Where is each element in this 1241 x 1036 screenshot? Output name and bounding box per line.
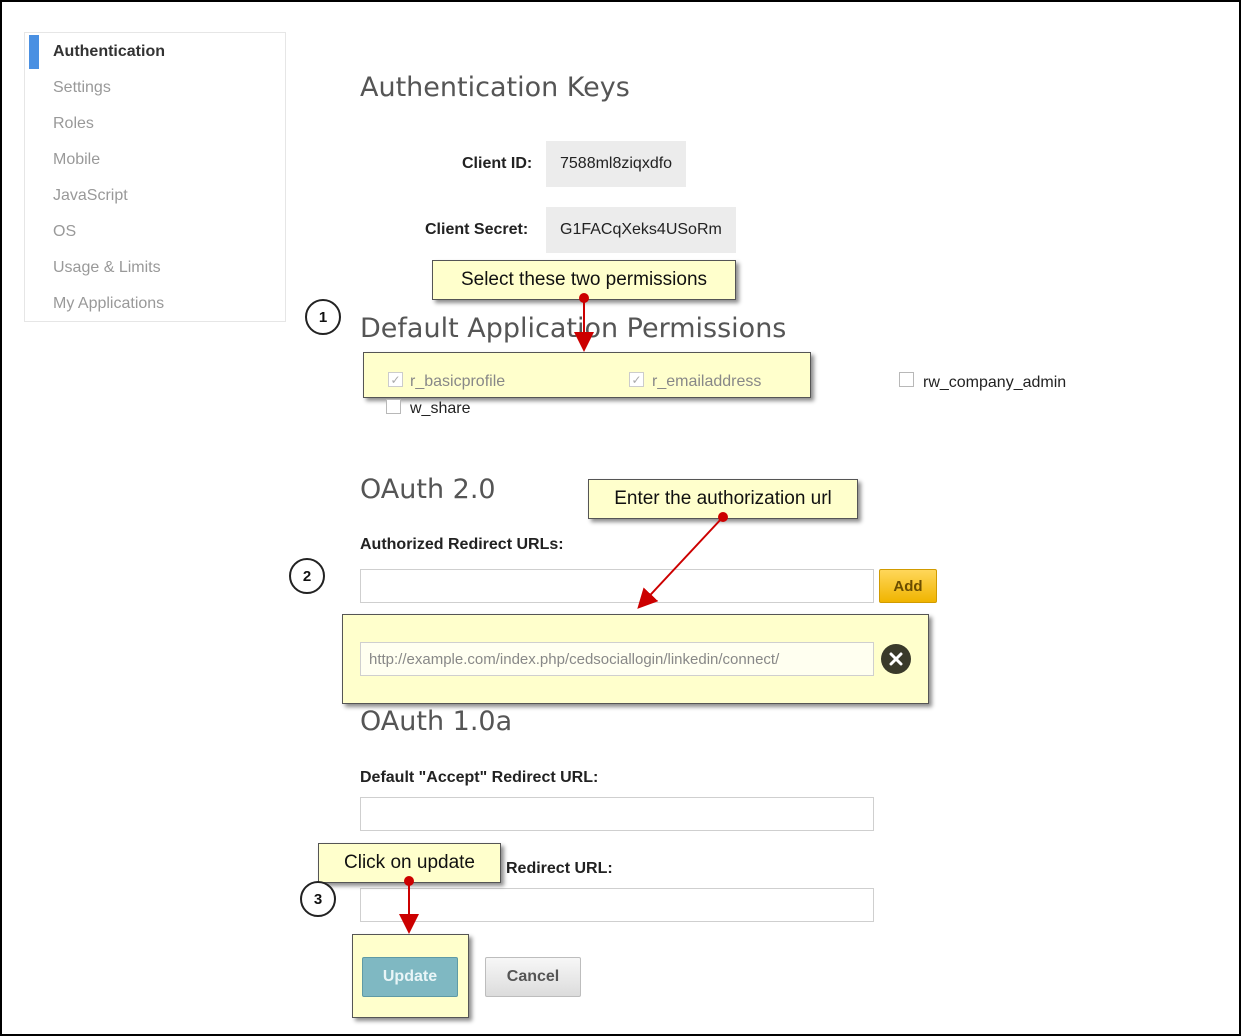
saved-redirect-url[interactable] xyxy=(360,642,874,676)
callout-enter-url: Enter the authorization url xyxy=(588,479,858,519)
sidebar-item-mobile[interactable]: Mobile xyxy=(53,151,100,169)
checkbox-r-basicprofile[interactable]: ✓ xyxy=(388,372,403,387)
sidebar-item-usage-limits[interactable]: Usage & Limits xyxy=(53,259,161,277)
active-indicator xyxy=(29,35,39,69)
redirect-urls-label: Authorized Redirect URLs: xyxy=(360,536,564,553)
check-icon: ✓ xyxy=(631,372,642,387)
accept-redirect-input[interactable] xyxy=(360,797,874,831)
close-circle-icon[interactable] xyxy=(881,644,911,674)
permission-label-w-share: w_share xyxy=(410,400,471,417)
page-frame: Authentication Settings Roles Mobile Jav… xyxy=(0,0,1241,1036)
client-id-value: 7588ml8ziqxdfo xyxy=(546,141,687,187)
auth-keys-title: Authentication Keys xyxy=(360,72,630,103)
checkbox-r-emailaddress[interactable]: ✓ xyxy=(629,372,644,387)
sidebar-item-os[interactable]: OS xyxy=(53,223,76,241)
oauth1-title: OAuth 1.0a xyxy=(360,706,513,737)
sidebar-item-settings[interactable]: Settings xyxy=(53,79,111,97)
permissions-title: Default Application Permissions xyxy=(360,313,787,344)
callout-click-update: Click on update xyxy=(318,843,501,883)
permission-label-rw-company-admin: rw_company_admin xyxy=(923,374,1067,391)
check-icon: ✓ xyxy=(390,372,401,387)
checkbox-w-share[interactable] xyxy=(386,399,401,414)
client-id-label: Client ID: xyxy=(462,155,533,172)
step-marker-2: 2 xyxy=(289,558,325,594)
sidebar-item-my-applications[interactable]: My Applications xyxy=(53,295,164,313)
step-marker-3: 3 xyxy=(300,881,336,917)
client-secret-label: Client Secret: xyxy=(425,221,529,238)
step-marker-1: 1 xyxy=(305,299,341,335)
checkbox-rw-company-admin[interactable] xyxy=(899,372,914,387)
cancel-button[interactable]: Cancel xyxy=(485,957,581,997)
permission-label-r-emailaddress: r_emailaddress xyxy=(652,373,762,390)
redirect-url-input[interactable] xyxy=(360,569,874,603)
update-button[interactable]: Update xyxy=(362,957,458,997)
cancel-redirect-input[interactable] xyxy=(360,888,874,922)
add-url-button[interactable]: Add xyxy=(879,569,937,603)
sidebar-item-javascript[interactable]: JavaScript xyxy=(53,187,128,205)
callout-select-permissions: Select these two permissions xyxy=(432,260,736,300)
cancel-redirect-label: Redirect URL: xyxy=(506,860,613,877)
accept-redirect-label: Default "Accept" Redirect URL: xyxy=(360,769,599,786)
client-secret-value: G1FACqXeks4USoRm xyxy=(546,207,736,253)
sidebar-nav: Authentication Settings Roles Mobile Jav… xyxy=(24,32,286,322)
permission-label-r-basicprofile: r_basicprofile xyxy=(410,373,506,390)
oauth2-title: OAuth 2.0 xyxy=(360,474,496,505)
close-icon xyxy=(889,652,903,666)
sidebar-item-authentication[interactable]: Authentication xyxy=(53,43,165,61)
sidebar-item-roles[interactable]: Roles xyxy=(53,115,94,133)
